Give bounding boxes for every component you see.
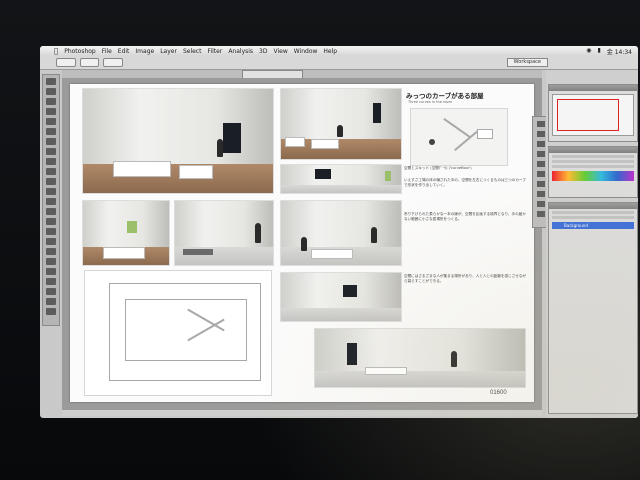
apple-icon[interactable]:  bbox=[54, 47, 58, 55]
menu-window[interactable]: Window bbox=[294, 48, 318, 55]
battery-icon[interactable]: ▮ bbox=[597, 47, 600, 56]
tools-panel bbox=[42, 74, 60, 326]
color-spectrum[interactable] bbox=[552, 171, 634, 181]
tool-icon[interactable] bbox=[46, 88, 56, 95]
tool-icon[interactable] bbox=[46, 258, 56, 265]
tool-icon[interactable] bbox=[46, 188, 56, 195]
layers-panel: Background bbox=[548, 202, 638, 414]
rendering-lower-1 bbox=[280, 272, 402, 322]
board-code: 01600 bbox=[490, 390, 507, 396]
tool-icon[interactable] bbox=[46, 98, 56, 105]
navigator-thumbnail[interactable] bbox=[552, 94, 634, 136]
presentation-board: みっつのカーブがある部屋 Three curves in the room 空間… bbox=[70, 84, 534, 402]
menu-file[interactable]: File bbox=[102, 48, 112, 55]
menu-select[interactable]: Select bbox=[183, 48, 202, 55]
layers-header[interactable] bbox=[549, 203, 637, 209]
tool-icon[interactable] bbox=[46, 148, 56, 155]
tool-icon[interactable] bbox=[537, 121, 545, 127]
menu-edit[interactable]: Edit bbox=[118, 48, 130, 55]
menu-image[interactable]: Image bbox=[135, 48, 154, 55]
tool-icon[interactable] bbox=[537, 211, 545, 217]
board-body-2: 吊り下げられた柔らかな一本の線が、空間を区画する境界となり、手の届かない範囲に小… bbox=[404, 212, 526, 222]
tool-icon[interactable] bbox=[46, 138, 56, 145]
board-heading: みっつのカーブがある部屋 bbox=[406, 92, 484, 100]
tool-icon[interactable] bbox=[46, 268, 56, 275]
tool-icon[interactable] bbox=[537, 131, 545, 137]
tool-icon[interactable] bbox=[46, 108, 56, 115]
tool-icon[interactable] bbox=[46, 248, 56, 255]
tool-icon[interactable] bbox=[46, 238, 56, 245]
board-body-3: 空間にはさまざまな人が集まる場所があり、人と人との距離を感じさせながら暮らすこと… bbox=[404, 274, 527, 284]
menu-layer[interactable]: Layer bbox=[160, 48, 177, 55]
rendering-mid-1 bbox=[82, 200, 170, 266]
tool-icon[interactable] bbox=[46, 278, 56, 285]
board-subheading: Three curves in the room bbox=[408, 100, 453, 104]
tool-icon[interactable] bbox=[46, 288, 56, 295]
tool-icon[interactable] bbox=[46, 178, 56, 185]
plan-diagram-top bbox=[410, 108, 508, 166]
rendering-mid-3 bbox=[280, 200, 402, 266]
status-bar bbox=[62, 410, 542, 416]
color-header[interactable] bbox=[549, 147, 637, 153]
board-body-1: いえすさ工場の床の曝された中の、空間を左右につくるものは三つのカーブで形状を作り… bbox=[404, 178, 526, 188]
rendering-mid-2 bbox=[174, 200, 274, 266]
floor-plan-drawing bbox=[84, 270, 272, 396]
navigator-panel bbox=[548, 84, 638, 142]
menu-help[interactable]: Help bbox=[323, 48, 337, 55]
tool-icon[interactable] bbox=[537, 201, 545, 207]
tool-icon[interactable] bbox=[46, 298, 56, 305]
tool-icon[interactable] bbox=[537, 171, 545, 177]
wifi-icon[interactable]: ◉ bbox=[586, 47, 591, 56]
tool-icon[interactable] bbox=[46, 168, 56, 175]
rendering-top-middle bbox=[280, 88, 402, 160]
tool-icon[interactable] bbox=[46, 218, 56, 225]
menu-3d[interactable]: 3D bbox=[259, 48, 267, 55]
tool-icon[interactable] bbox=[46, 198, 56, 205]
tool-icon[interactable] bbox=[46, 78, 56, 85]
menu-app[interactable]: Photoshop bbox=[64, 48, 96, 55]
document-tabbar bbox=[62, 70, 542, 79]
workspace-dropdown[interactable]: Workspace bbox=[506, 58, 548, 67]
tool-icon[interactable] bbox=[537, 151, 545, 157]
screen:  Photoshop File Edit Image Layer Select… bbox=[40, 46, 638, 418]
navigator-header[interactable] bbox=[549, 85, 637, 91]
option-button-3[interactable] bbox=[103, 58, 123, 67]
menubar:  Photoshop File Edit Image Layer Select… bbox=[40, 46, 638, 56]
tool-icon[interactable] bbox=[537, 141, 545, 147]
menu-analysis[interactable]: Analysis bbox=[228, 48, 253, 55]
options-bar: Workspace bbox=[40, 56, 638, 70]
menu-view[interactable]: View bbox=[273, 48, 287, 55]
tool-icon[interactable] bbox=[537, 191, 545, 197]
tool-icon[interactable] bbox=[46, 308, 56, 315]
layer-background[interactable]: Background bbox=[552, 222, 634, 229]
tool-icon[interactable] bbox=[537, 161, 545, 167]
document-canvas[interactable]: みっつのカーブがある部屋 Three curves in the room 空間… bbox=[62, 78, 542, 414]
tool-icon[interactable] bbox=[537, 181, 545, 187]
rendering-large bbox=[82, 88, 274, 194]
tool-icon[interactable] bbox=[46, 118, 56, 125]
right-panels: Background bbox=[546, 70, 638, 418]
tool-icon[interactable] bbox=[46, 208, 56, 215]
tool-icon[interactable] bbox=[46, 158, 56, 165]
tool-icon[interactable] bbox=[46, 228, 56, 235]
clock: 金 14:34 bbox=[606, 48, 632, 56]
rendering-wide-strip bbox=[280, 164, 402, 194]
option-button-1[interactable] bbox=[56, 58, 76, 67]
menu-filter[interactable]: Filter bbox=[207, 48, 222, 55]
option-button-2[interactable] bbox=[79, 58, 100, 67]
tool-icon[interactable] bbox=[46, 128, 56, 135]
color-panel bbox=[548, 146, 638, 198]
rendering-bottom-wide bbox=[314, 328, 526, 388]
board-caption: 空間とスキッド (空間ﾃﾞｰﾀ) ('curvefloor') bbox=[404, 166, 472, 170]
